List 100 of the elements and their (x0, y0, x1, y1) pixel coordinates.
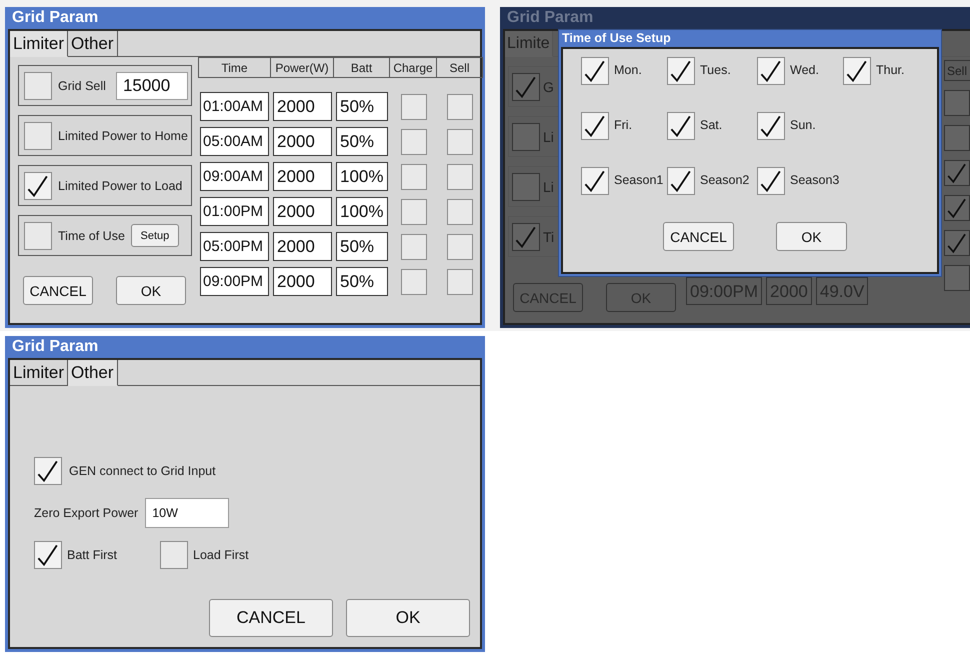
batt-field[interactable]: 100% (336, 162, 388, 191)
checkbox[interactable] (944, 265, 970, 291)
checkbox[interactable] (447, 164, 473, 190)
option-label: Li (543, 178, 554, 194)
checkbox[interactable] (24, 172, 52, 200)
time-field[interactable]: 05:00AM (200, 127, 269, 156)
setup-button[interactable]: Setup (130, 224, 179, 247)
checkbox[interactable] (34, 457, 62, 485)
checkbox[interactable] (24, 122, 52, 150)
option-label: Season2 (700, 172, 750, 187)
checkbox[interactable] (944, 125, 970, 151)
option-label: Fri. (614, 117, 632, 132)
checkbox[interactable] (757, 57, 785, 85)
checkbox[interactable] (400, 128, 426, 154)
checkbox[interactable] (944, 90, 970, 116)
column-header: Charge (390, 57, 437, 78)
checkbox[interactable] (400, 164, 426, 190)
window-title: Grid Param (506, 8, 594, 28)
column-header: Power(W) (271, 57, 334, 78)
checkbox[interactable] (34, 541, 62, 569)
checkbox[interactable] (512, 222, 540, 250)
power-field[interactable]: 2000 (273, 127, 332, 156)
option-label: Grid Sell (58, 78, 106, 92)
time-field[interactable]: 09:00AM (200, 162, 269, 191)
checkbox[interactable] (581, 57, 609, 85)
checkbox[interactable] (667, 57, 695, 85)
checkbox[interactable] (447, 268, 473, 294)
power-field[interactable]: 2000 (273, 267, 332, 296)
checkbox[interactable] (24, 222, 52, 250)
time-field[interactable]: 01:00PM (200, 197, 269, 226)
time-field[interactable]: 05:00PM (200, 232, 269, 261)
checkbox[interactable] (667, 167, 695, 195)
batt-field[interactable]: 50% (336, 267, 388, 296)
tab[interactable]: Other (68, 31, 118, 57)
checkbox[interactable] (447, 128, 473, 154)
option-label: G (543, 78, 554, 94)
column-header: Sell (437, 57, 483, 78)
option-label: Ti (543, 228, 554, 244)
time-field[interactable]: 09:00PM (200, 267, 269, 296)
option-label: Season3 (790, 172, 840, 187)
power-field[interactable]: 2000 (273, 232, 332, 261)
checkbox[interactable] (512, 122, 540, 150)
checkbox[interactable] (447, 234, 473, 260)
grid-sell-field[interactable]: 15000 (116, 72, 188, 100)
ok-button[interactable]: OK (776, 222, 847, 251)
option-label: Load First (193, 548, 249, 562)
checkbox[interactable] (160, 541, 188, 569)
checkbox[interactable] (447, 198, 473, 224)
cancel-button[interactable]: CANCEL (23, 276, 93, 305)
option-label: Time of Use (58, 228, 125, 242)
checkbox[interactable] (581, 167, 609, 195)
ok-button[interactable]: OK (346, 599, 470, 637)
checkbox[interactable] (400, 268, 426, 294)
option-label: Limited Power to Load (58, 178, 182, 192)
checkbox[interactable] (667, 112, 695, 140)
option-label: Mon. (614, 62, 642, 77)
checkbox[interactable] (24, 72, 52, 100)
batt-field[interactable]: 50% (336, 232, 388, 261)
option-label: Limited Power to Home (58, 128, 188, 142)
checkbox[interactable] (400, 198, 426, 224)
checkbox[interactable] (447, 94, 473, 120)
cancel-button[interactable]: CANCEL (663, 222, 734, 251)
tab[interactable]: Other (68, 360, 118, 386)
batt-field[interactable]: 100% (336, 197, 388, 226)
checkbox[interactable] (581, 112, 609, 140)
batt-field[interactable]: 50% (336, 127, 388, 156)
option-label: Batt First (67, 548, 118, 562)
checkbox[interactable] (944, 230, 970, 256)
window-title: Grid Param (11, 337, 100, 357)
option-label: Sun. (790, 117, 816, 132)
option-label: Sat. (700, 117, 722, 132)
checkbox[interactable] (512, 72, 540, 100)
checkbox[interactable] (400, 234, 426, 260)
checkbox[interactable] (757, 112, 785, 140)
option-label: Thur. (876, 62, 904, 77)
checkbox[interactable] (512, 172, 540, 200)
checkbox[interactable] (944, 160, 970, 186)
checkbox[interactable] (843, 57, 871, 85)
power-field[interactable]: 2000 (273, 162, 332, 191)
tab[interactable]: Limiter (10, 31, 68, 57)
power-field[interactable]: 2000 (273, 197, 332, 226)
checkbox[interactable] (944, 195, 970, 221)
field-label: Zero Export Power (34, 506, 138, 520)
column-header: Sell (944, 60, 970, 81)
column-header: Batt (334, 57, 390, 78)
checkbox[interactable] (400, 94, 426, 120)
zero-export-field[interactable]: 10W (145, 498, 230, 528)
dialog-title: Time of Use Setup (561, 30, 672, 47)
power-field[interactable]: 2000 (273, 92, 332, 121)
ok-button[interactable]: OK (116, 276, 186, 305)
checkbox[interactable] (757, 167, 785, 195)
option-label: GEN connect to Grid Input (69, 464, 216, 478)
batt-field[interactable]: 50% (336, 92, 388, 121)
time-field[interactable]: 01:00AM (200, 92, 269, 121)
column-header: Time (198, 57, 271, 78)
option-label: Season1 (614, 172, 664, 187)
cancel-button[interactable]: CANCEL (209, 599, 333, 637)
window-title: Grid Param (11, 8, 100, 28)
option-label: Tues. (700, 62, 731, 77)
option-label: Wed. (790, 62, 819, 77)
